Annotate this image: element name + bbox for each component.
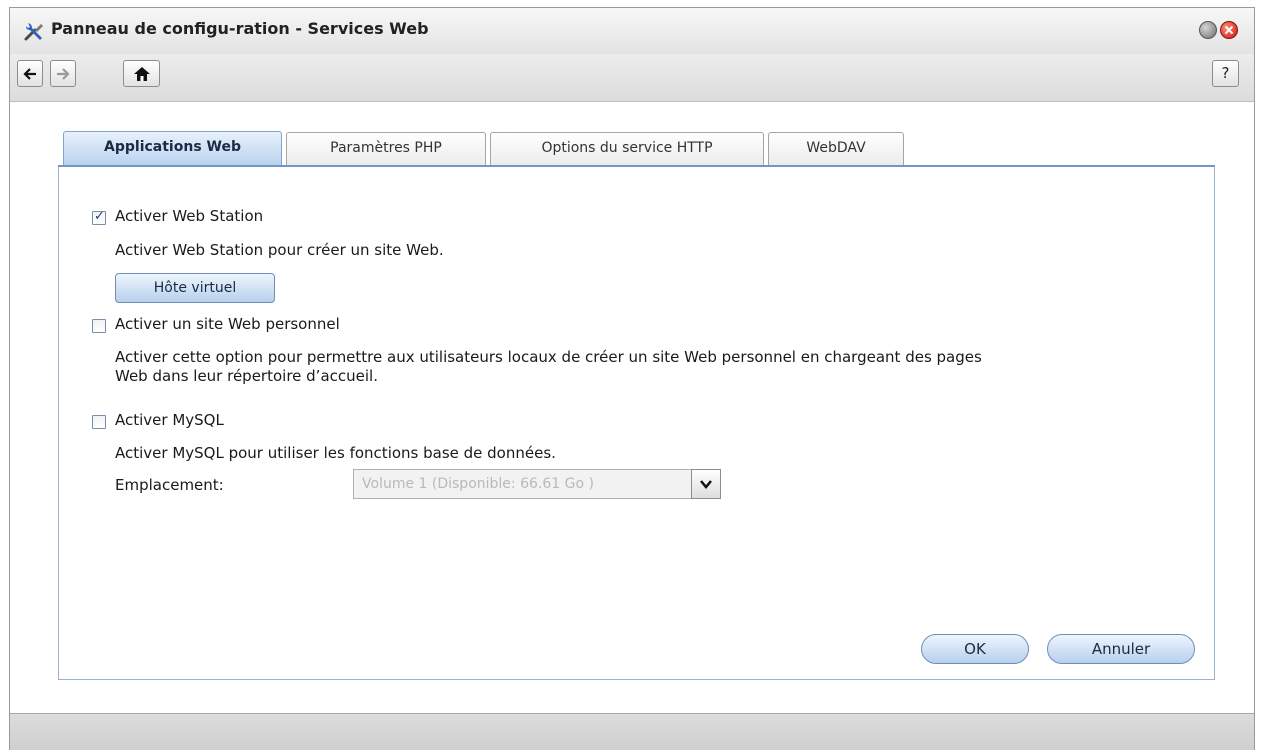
virtual-host-button[interactable]: Hôte virtuel (115, 273, 275, 303)
back-button[interactable] (17, 60, 43, 87)
content-area: Applications Web Paramètres PHP Options … (10, 102, 1254, 713)
window-title: Panneau de configu-ration - Services Web (51, 19, 429, 38)
personal-site-checkbox[interactable] (92, 319, 106, 333)
applications-web-panel: Activer Web Station Activer Web Station … (58, 167, 1215, 680)
forward-button[interactable] (50, 60, 76, 87)
chevron-down-icon[interactable] (691, 469, 721, 499)
arrow-left-icon (23, 68, 36, 80)
mysql-label: Activer MySQL (115, 411, 224, 429)
home-button[interactable] (123, 60, 160, 87)
status-bar (10, 713, 1254, 750)
close-button[interactable] (1220, 21, 1238, 39)
web-station-label: Activer Web Station (115, 207, 264, 225)
personal-site-label: Activer un site Web personnel (115, 315, 340, 333)
tab-applications-web[interactable]: Applications Web (63, 131, 282, 166)
mysql-checkbox[interactable] (92, 415, 106, 429)
ok-button[interactable]: OK (921, 634, 1029, 664)
minimize-button[interactable] (1199, 21, 1217, 39)
location-label: Emplacement: (115, 476, 224, 494)
help-button[interactable]: ? (1212, 60, 1239, 87)
control-panel-window: Panneau de configu-ration - Services Web… (9, 7, 1255, 750)
tab-parametres-php[interactable]: Paramètres PHP (286, 132, 486, 165)
tab-options-http[interactable]: Options du service HTTP (490, 132, 764, 165)
tools-icon (24, 23, 43, 41)
personal-site-description-line2: Web dans leur répertoire d’accueil. (115, 367, 378, 385)
tab-webdav[interactable]: WebDAV (768, 132, 904, 165)
arrow-right-icon (57, 68, 70, 80)
mysql-description: Activer MySQL pour utiliser les fonction… (115, 444, 556, 462)
personal-site-description-line1: Activer cette option pour permettre aux … (115, 348, 982, 366)
cancel-button[interactable]: Annuler (1047, 634, 1195, 664)
location-select-value: Volume 1 (Disponible: 66.61 Go ) (362, 476, 594, 492)
home-icon (133, 67, 150, 81)
location-select[interactable]: Volume 1 (Disponible: 66.61 Go ) (353, 469, 721, 499)
web-station-description: Activer Web Station pour créer un site W… (115, 241, 444, 259)
web-station-checkbox[interactable] (92, 209, 106, 225)
title-bar: Panneau de configu-ration - Services Web (10, 8, 1254, 54)
toolbar: ? (10, 54, 1254, 102)
